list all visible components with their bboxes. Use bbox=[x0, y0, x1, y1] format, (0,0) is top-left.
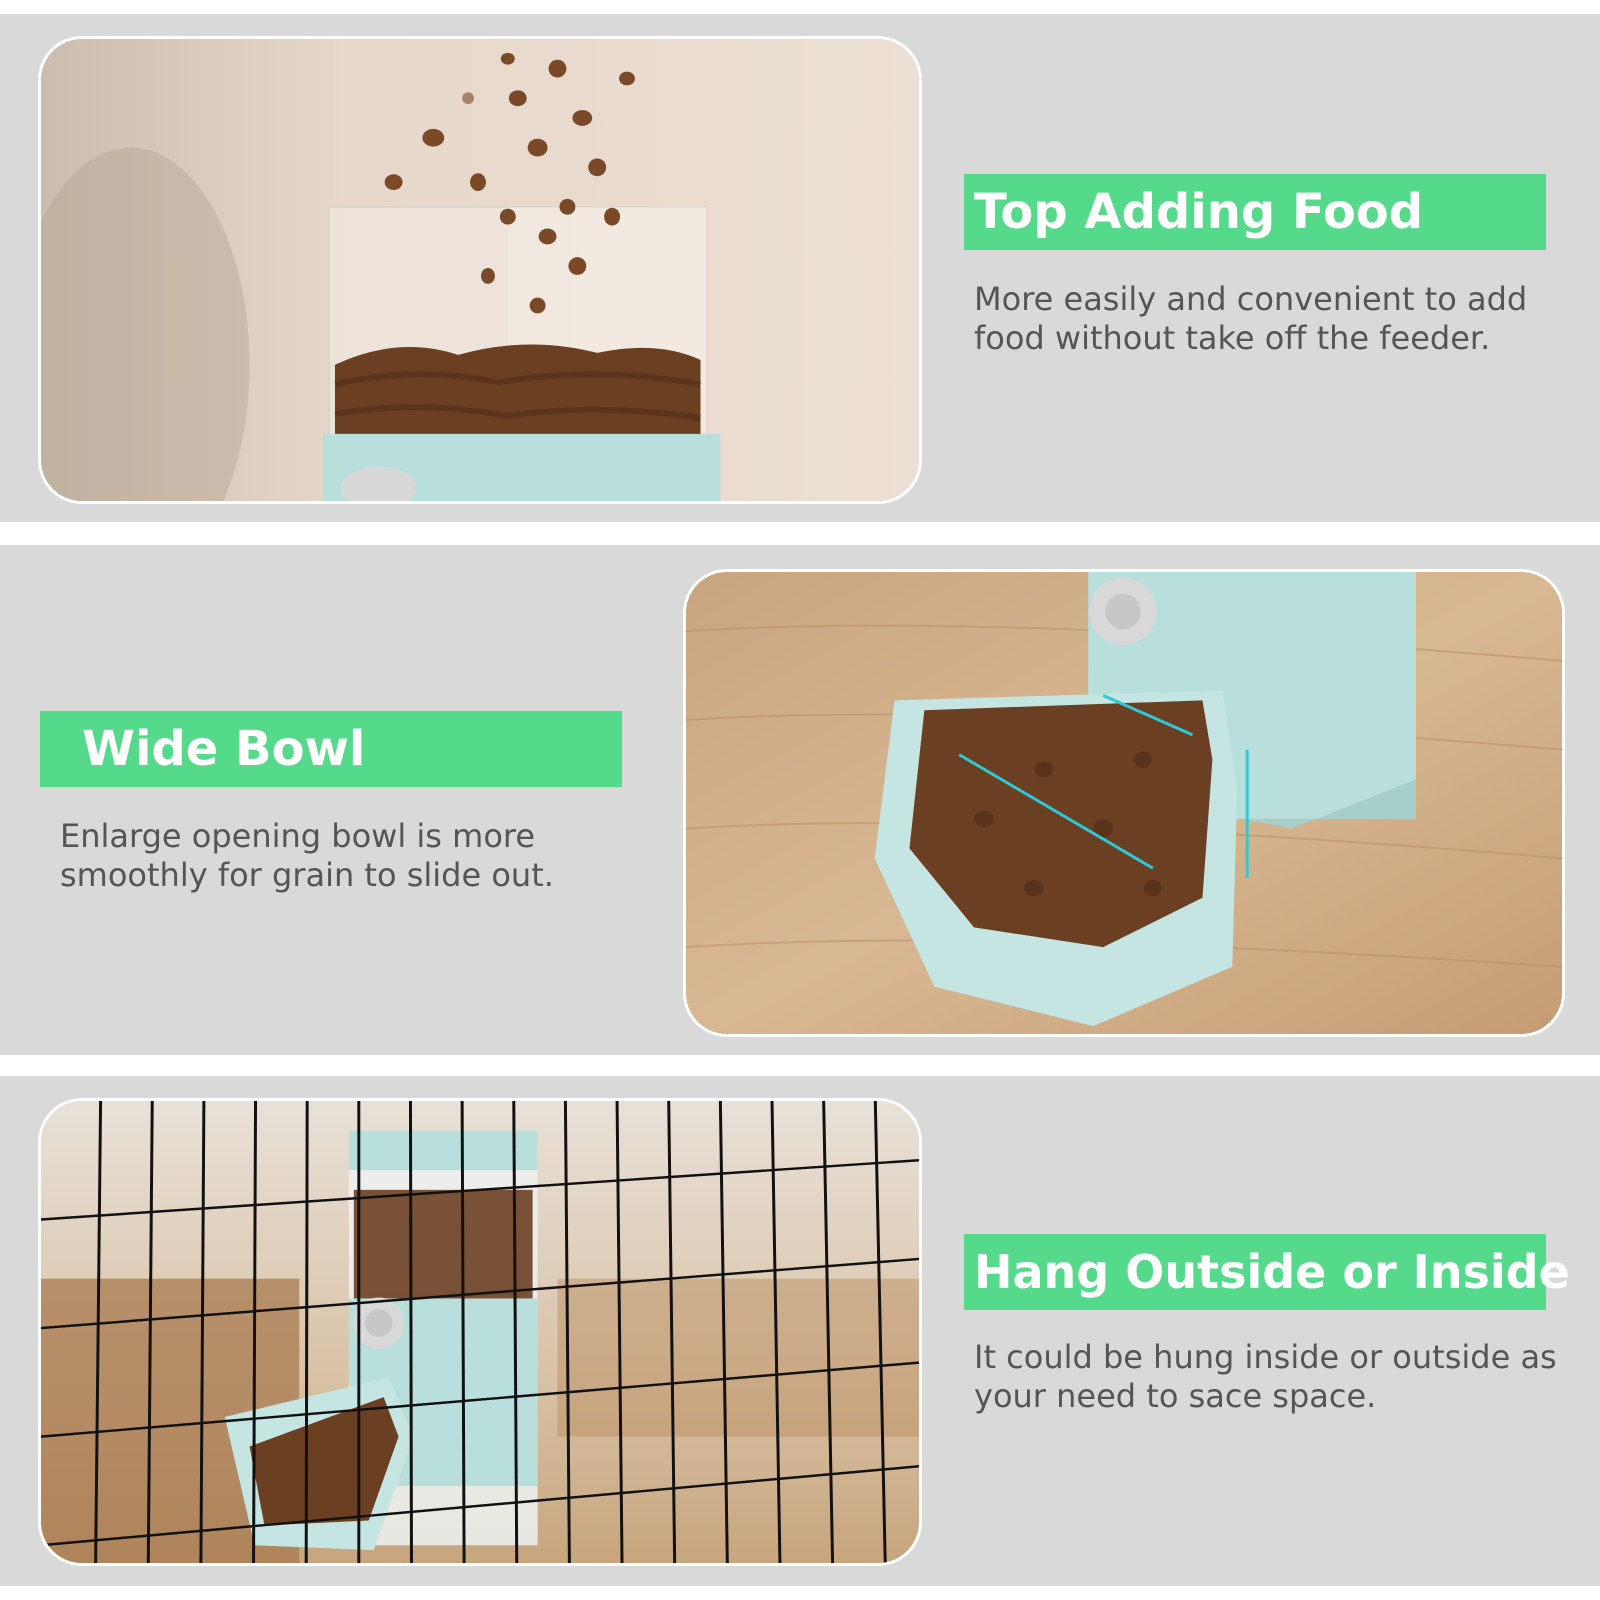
photo-bowl-dimensions bbox=[683, 569, 1565, 1037]
section-description: Enlarge opening bowl is more smoothly fo… bbox=[60, 817, 554, 894]
section-description: It could be hung inside or outside as yo… bbox=[974, 1338, 1557, 1415]
photo-kibble-pouring-into-feeder bbox=[38, 36, 922, 504]
photo-feeder-on-cage bbox=[38, 1098, 922, 1566]
feature-section-hang: Hang Outside or Inside It could be hung … bbox=[0, 1076, 1600, 1586]
section-description: More easily and convenient to add food w… bbox=[974, 280, 1528, 357]
section-heading: Wide Bowl bbox=[40, 711, 622, 787]
feature-section-wide-bowl: Wide Bowl Enlarge opening bowl is more s… bbox=[0, 545, 1600, 1055]
feature-section-top-adding: Top Adding Food More easily and convenie… bbox=[0, 14, 1600, 522]
section-heading: Top Adding Food bbox=[964, 174, 1546, 250]
section-heading: Hang Outside or Inside bbox=[964, 1234, 1570, 1310]
